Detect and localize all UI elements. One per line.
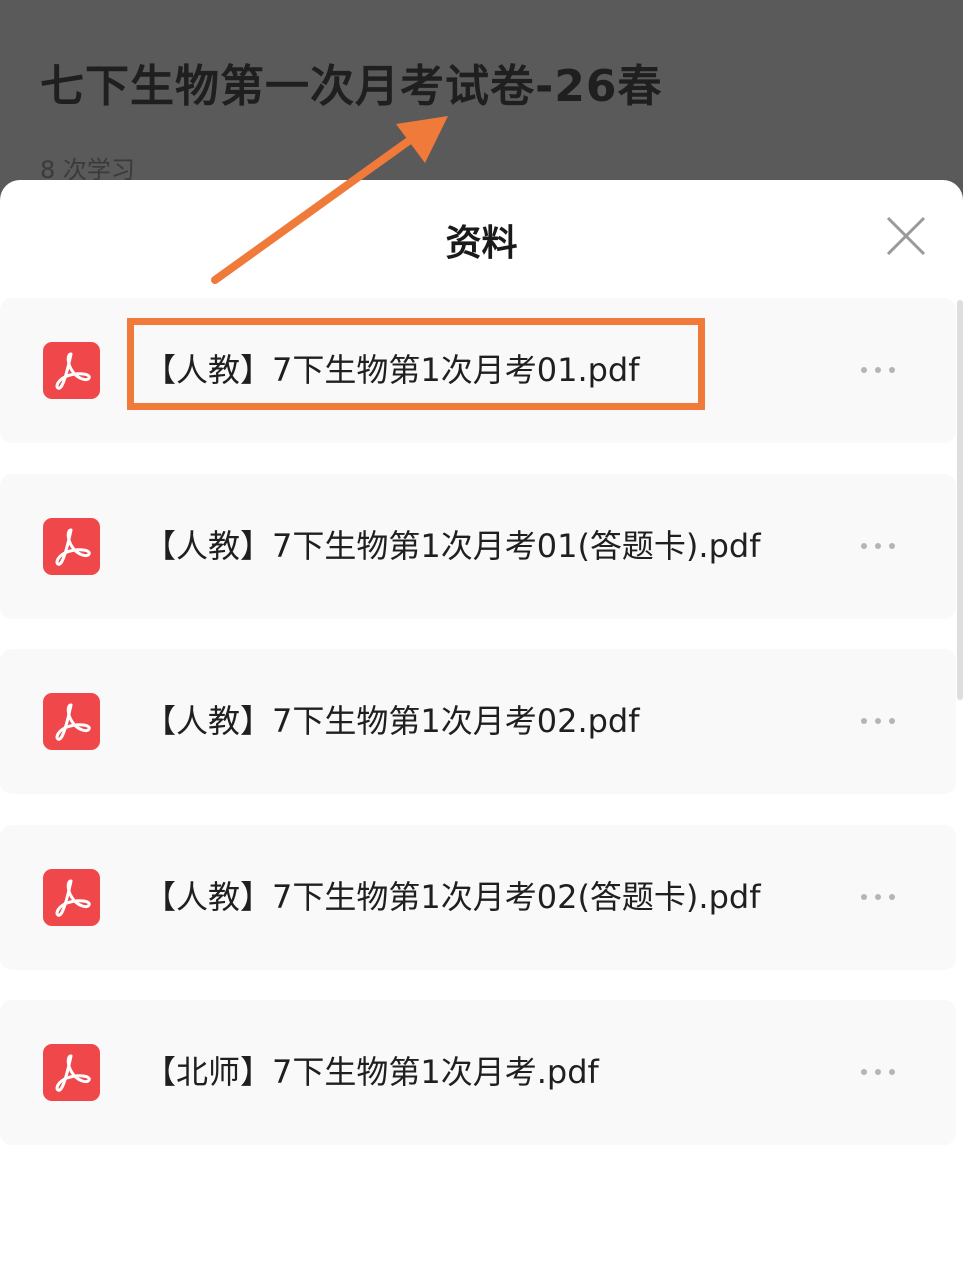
file-row[interactable]: 【人教】7下生物第1次月考01(答题卡).pdf bbox=[0, 474, 956, 619]
more-icon[interactable] bbox=[858, 711, 898, 731]
file-name: 【北师】7下生物第1次月考.pdf bbox=[144, 1053, 599, 1091]
file-name: 【人教】7下生物第1次月考02.pdf bbox=[144, 702, 640, 740]
file-row[interactable]: 【人教】7下生物第1次月考01.pdf bbox=[0, 298, 956, 443]
scrollbar[interactable] bbox=[957, 300, 963, 700]
file-row[interactable]: 【人教】7下生物第1次月考02.pdf bbox=[0, 649, 956, 794]
close-button[interactable] bbox=[884, 214, 928, 258]
more-icon[interactable] bbox=[858, 887, 898, 907]
more-icon[interactable] bbox=[858, 1062, 898, 1082]
file-name: 【人教】7下生物第1次月考01(答题卡).pdf bbox=[144, 527, 761, 565]
pdf-icon bbox=[43, 342, 100, 399]
more-icon[interactable] bbox=[858, 536, 898, 556]
file-row[interactable]: 【人教】7下生物第1次月考02(答题卡).pdf bbox=[0, 825, 956, 970]
pdf-icon bbox=[43, 693, 100, 750]
more-icon[interactable] bbox=[858, 360, 898, 380]
page-title: 七下生物第一次月考试卷-26春 bbox=[40, 61, 663, 112]
pdf-icon bbox=[43, 518, 100, 575]
pdf-icon bbox=[43, 1044, 100, 1101]
background-page: 七下生物第一次月考试卷-26春 8 次学习 bbox=[0, 0, 963, 200]
pdf-icon bbox=[43, 869, 100, 926]
sheet-title: 资料 bbox=[445, 223, 518, 264]
materials-sheet: 资料 【人教】7下生物第1次月考01.pdf 【人教】7下生物第1次月考01(答… bbox=[0, 180, 963, 1280]
close-icon bbox=[886, 216, 926, 256]
file-name: 【人教】7下生物第1次月考02(答题卡).pdf bbox=[144, 878, 761, 916]
file-row[interactable]: 【北师】7下生物第1次月考.pdf bbox=[0, 1000, 956, 1145]
file-name: 【人教】7下生物第1次月考01.pdf bbox=[144, 351, 640, 389]
